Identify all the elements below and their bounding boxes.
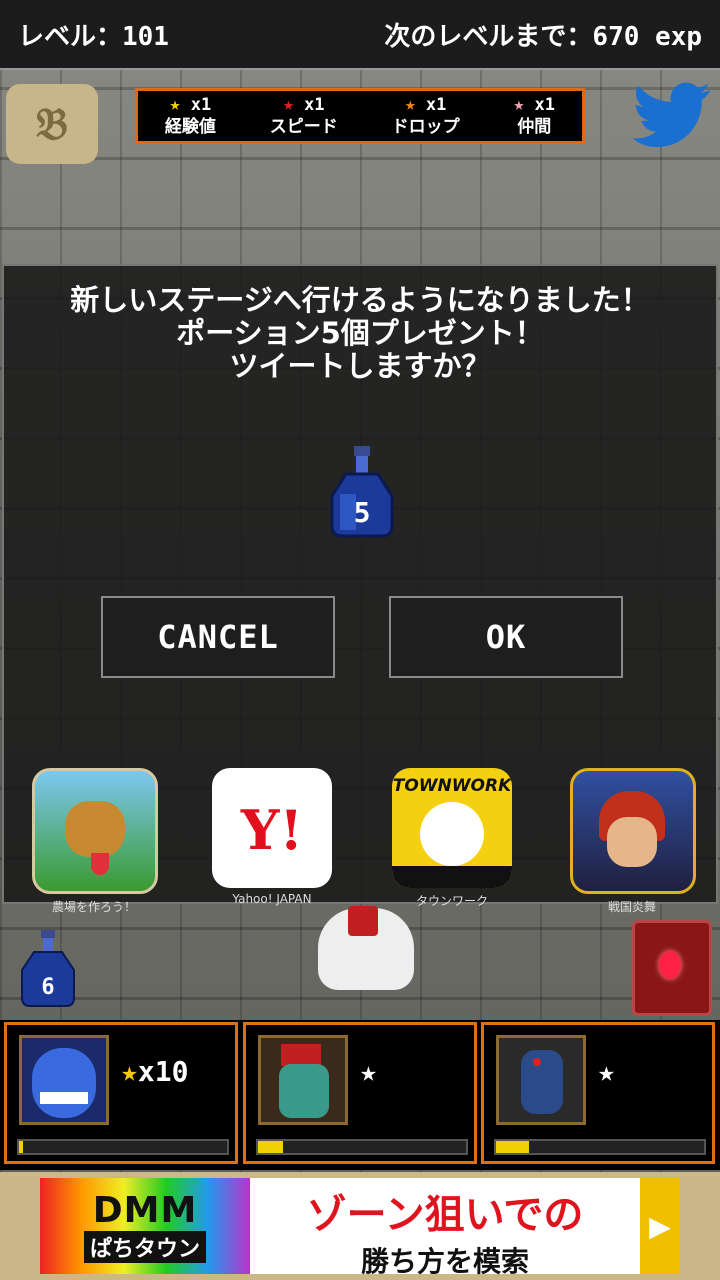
goblin-portrait [258,1035,348,1125]
bonus-exp: ★ x1 経験値 [164,94,216,137]
insect-monster-portrait [496,1035,586,1125]
next-level-label: 次のレベルまで：670 exp [384,21,702,52]
tweet-dialog: 新しいステージへ行けるようになりました！ ポーション5個プレゼント！ ツイートし… [2,264,718,914]
recommended-apps: 農場を作ろう！ Y! Yahoo! JAPAN TOWNWORK タウンワーク … [4,768,716,914]
potion-count: 5 [354,496,371,529]
party-slot-1[interactable]: ★x10 [4,1022,238,1164]
yahoo-app-icon[interactable]: Y! [212,768,332,888]
app-yahoo[interactable]: Y! Yahoo! JAPAN [210,768,334,906]
farm-app-icon[interactable] [32,768,158,894]
star-icon: ★ [121,1055,138,1088]
ad-headline: ゾーン狙いでの [306,1192,584,1238]
potion-inventory-icon[interactable]: 6 [18,930,78,1008]
player-character [318,906,414,990]
sengoku-app-icon[interactable] [570,768,696,894]
inventory-potion-count: 6 [41,975,54,1000]
app-sengoku[interactable]: 戦国炎舞 [570,768,696,915]
arrow-right-icon[interactable]: ▶ [640,1178,680,1274]
star-icon: ★ [513,94,525,115]
bonus-panel: ★ x1 経験値 ★ x1 スピード ★ x1 ドロップ ★ x1 仲間 [135,88,585,144]
bonus-drop: ★ x1 ドロップ [391,94,460,137]
progress-bar [17,1139,229,1155]
blue-monster-portrait [19,1035,109,1125]
star-multiplier: x10 [137,1055,189,1088]
star-icon: ★ [169,94,181,115]
ok-button[interactable]: OK [389,596,623,678]
app-townwork[interactable]: TOWNWORK タウンワーク [390,768,514,909]
map-scroll-icon[interactable]: 𝔅 [6,84,98,164]
progress-bar [494,1139,706,1155]
star-icon: ★ [282,94,294,115]
cancel-button[interactable]: CANCEL [101,596,335,678]
dialog-message: 新しいステージへ行けるようになりました！ ポーション5個プレゼント！ ツイートし… [70,283,650,383]
bonus-ally: ★ x1 仲間 [513,94,556,137]
party-slot-2[interactable]: ★ [243,1022,477,1164]
bonus-speed: ★ x1 スピード [269,94,338,137]
star-icon: ★ [598,1055,615,1088]
star-icon: ★ [404,94,416,115]
app-farm[interactable]: 農場を作ろう！ [32,768,158,915]
progress-bar [256,1139,468,1155]
ad-subline: 勝ち方を模索 [360,1245,529,1278]
status-bar: レベル：101 次のレベルまで：670 exp [0,0,720,70]
dmm-logo: DMM ぱちタウン [40,1178,250,1274]
spellbook-icon[interactable] [632,920,712,1016]
star-icon: ★ [360,1055,377,1088]
party-panel: ★x10 ★ ★ [0,1020,720,1170]
townwork-app-icon[interactable]: TOWNWORK [392,768,512,888]
potion-icon: 5 [330,446,394,538]
twitter-bird-icon[interactable] [626,76,716,156]
party-slot-3[interactable]: ★ [481,1022,715,1164]
ad-banner[interactable]: DMM ぱちタウン ゾーン狙いでの 勝ち方を模索 ▶ [0,1172,720,1280]
level-label: レベル：101 [18,21,169,52]
